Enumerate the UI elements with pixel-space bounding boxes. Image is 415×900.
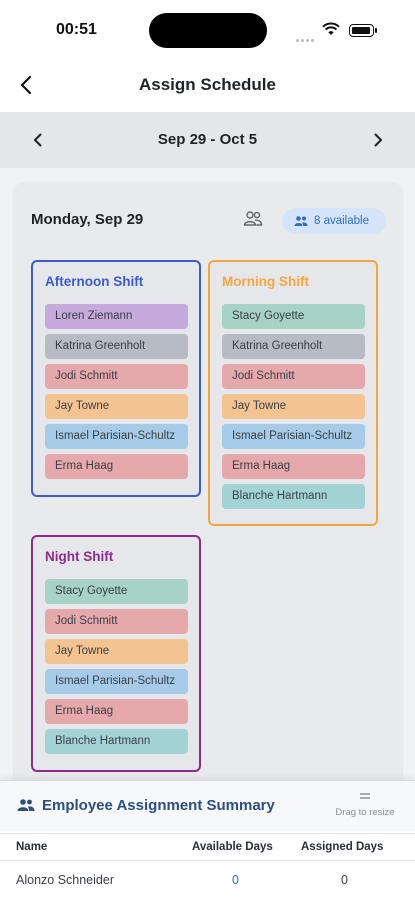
employee-chip[interactable]: Stacy Goyette <box>45 579 188 604</box>
afternoon-shift-title: Afternoon Shift <box>45 274 144 289</box>
summary-title: Employee Assignment Summary <box>42 797 275 814</box>
employee-chip[interactable]: Jodi Schmitt <box>45 364 188 389</box>
people-outline-icon[interactable] <box>243 209 263 227</box>
app-header: Assign Schedule <box>0 58 415 112</box>
employee-chip[interactable]: Blanche Hartmann <box>222 484 365 509</box>
page-title: Assign Schedule <box>139 75 276 94</box>
cellular-signal-icon <box>296 29 316 47</box>
people-icon <box>294 216 308 226</box>
employee-chip[interactable]: Blanche Hartmann <box>45 729 188 754</box>
employee-chip[interactable]: Stacy Goyette <box>222 304 365 329</box>
employee-chip[interactable]: Jay Towne <box>45 639 188 664</box>
battery-icon <box>349 24 377 37</box>
next-week-chevron-icon[interactable] <box>368 130 388 150</box>
status-bar: 00:51 <box>0 0 415 58</box>
employee-chip[interactable]: Jay Towne <box>222 394 365 419</box>
night-shift-panel[interactable]: Night Shift Stacy Goyette Jodi Schmitt J… <box>31 535 201 772</box>
drag-hint-label: Drag to resize <box>335 807 395 818</box>
morning-shift-title: Morning Shift <box>222 274 309 289</box>
available-count-badge[interactable]: 8 available <box>282 208 386 234</box>
employee-chip[interactable]: Jodi Schmitt <box>45 609 188 634</box>
employee-chip[interactable]: Erma Haag <box>45 699 188 724</box>
dynamic-island <box>149 13 267 48</box>
afternoon-shift-panel[interactable]: Afternoon Shift Loren Ziemann Katrina Gr… <box>31 260 201 497</box>
drag-resize-handle[interactable]: Drag to resize <box>330 793 400 820</box>
table-row[interactable]: Alonzo Schneider 0 0 <box>0 865 415 895</box>
available-days-cell: 0 <box>232 873 239 887</box>
employee-chip[interactable]: Ismael Parisian-Schultz <box>222 424 365 449</box>
employee-chip[interactable]: Erma Haag <box>45 454 188 479</box>
summary-header: Employee Assignment Summary Drag to resi… <box>0 781 415 831</box>
employee-chip[interactable]: Ismael Parisian-Schultz <box>45 424 188 449</box>
employee-chip[interactable]: Loren Ziemann <box>45 304 188 329</box>
schedule-content: Monday, Sep 29 8 available Afternoon Shi… <box>0 168 415 803</box>
column-header-name: Name <box>16 841 48 853</box>
people-icon <box>17 799 35 811</box>
night-shift-title: Night Shift <box>45 549 114 564</box>
drag-handle-icon <box>360 793 370 799</box>
assigned-days-cell: 0 <box>341 873 348 887</box>
available-count-label: 8 available <box>314 215 369 227</box>
employee-chip[interactable]: Ismael Parisian-Schultz <box>45 669 188 694</box>
employee-chip[interactable]: Jodi Schmitt <box>222 364 365 389</box>
morning-shift-panel[interactable]: Morning Shift Stacy Goyette Katrina Gree… <box>208 260 378 526</box>
employee-chip[interactable]: Jay Towne <box>45 394 188 419</box>
employee-name-cell: Alonzo Schneider <box>16 873 114 887</box>
summary-table-header: Name Available Days Assigned Days <box>0 833 415 861</box>
assignment-summary-panel: Employee Assignment Summary Drag to resi… <box>0 780 415 900</box>
employee-chip[interactable]: Erma Haag <box>222 454 365 479</box>
column-header-available-days: Available Days <box>192 841 273 853</box>
wifi-icon <box>322 22 340 35</box>
week-range-label: Sep 29 - Oct 5 <box>157 131 258 148</box>
employee-chip[interactable]: Katrina Greenholt <box>45 334 188 359</box>
day-title: Monday, Sep 29 <box>31 211 144 228</box>
employee-chip[interactable]: Katrina Greenholt <box>222 334 365 359</box>
week-navigator: Sep 29 - Oct 5 <box>0 112 415 168</box>
column-header-assigned-days: Assigned Days <box>301 841 384 853</box>
status-time: 00:51 <box>56 21 97 38</box>
day-card: Monday, Sep 29 8 available Afternoon Shi… <box>15 183 401 803</box>
